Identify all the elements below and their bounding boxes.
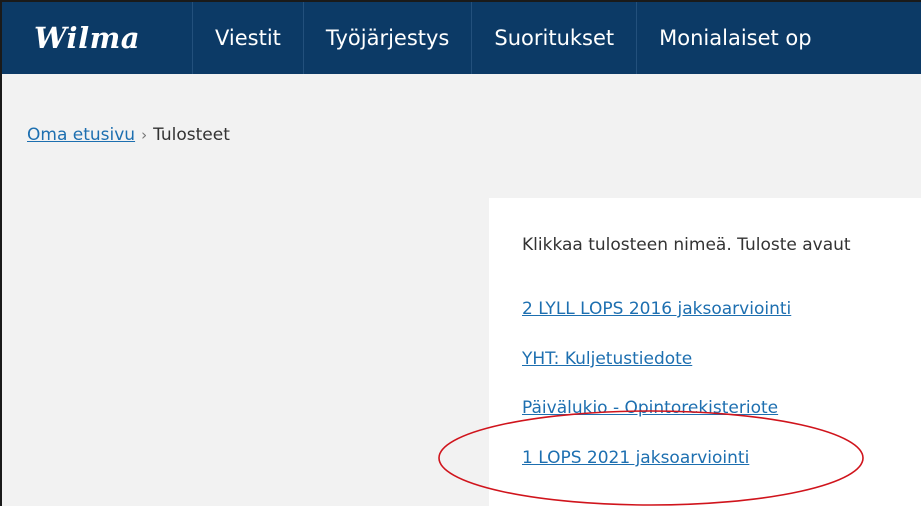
printout-link-lops2016[interactable]: 2 LYLL LOPS 2016 jaksoarviointi	[522, 299, 791, 319]
nav-item-tyojarjestys[interactable]: Työjärjestys	[302, 2, 471, 74]
nav-item-suoritukset[interactable]: Suoritukset	[471, 2, 636, 74]
printouts-panel: Klikkaa tulosteen nimeä. Tuloste avaut 2…	[489, 198, 921, 506]
printout-link-opintorekisteriote[interactable]: Päivälukio - Opintorekisteriote	[522, 398, 778, 418]
breadcrumb-current: Tulosteet	[153, 125, 230, 145]
breadcrumb-separator: ›	[141, 126, 148, 144]
breadcrumb-home-link[interactable]: Oma etusivu	[27, 125, 135, 145]
nav-item-viestit[interactable]: Viestit	[192, 2, 303, 74]
page: Wilma Viestit Työjärjestys Suoritukset M…	[0, 0, 921, 506]
wilma-logo: Wilma	[34, 21, 141, 55]
instruction-text: Klikkaa tulosteen nimeä. Tuloste avaut	[522, 235, 851, 255]
logo-link[interactable]: Wilma	[2, 2, 192, 74]
nav-item-monialaiset[interactable]: Monialaiset op	[636, 2, 833, 74]
top-navigation-bar: Wilma Viestit Työjärjestys Suoritukset M…	[2, 0, 921, 74]
main-nav: Viestit Työjärjestys Suoritukset Moniala…	[192, 2, 834, 74]
printout-link-lops2021[interactable]: 1 LOPS 2021 jaksoarviointi	[522, 448, 749, 468]
printout-link-kuljetustiedote[interactable]: YHT: Kuljetustiedote	[522, 349, 692, 369]
breadcrumb: Oma etusivu › Tulosteet	[27, 125, 230, 145]
